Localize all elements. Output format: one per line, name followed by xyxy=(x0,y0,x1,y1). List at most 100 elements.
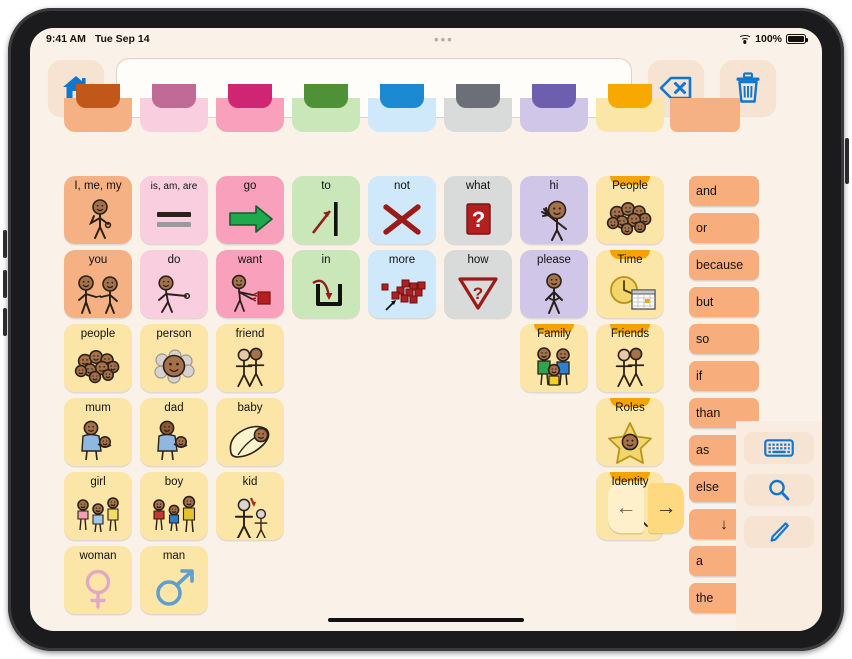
grid-cell-people[interactable]: people xyxy=(64,324,132,392)
grid-cell-partial[interactable] xyxy=(520,84,588,132)
grid-cell-more[interactable]: more xyxy=(368,250,436,318)
arrow-to-line-icon xyxy=(292,193,360,244)
person-please-icon xyxy=(520,267,588,318)
grid-cell-time[interactable]: Time xyxy=(596,250,664,318)
grid-cell-partial[interactable] xyxy=(64,84,132,132)
cell-label: boy xyxy=(164,476,184,488)
folder-tab xyxy=(532,84,576,108)
grid-cell-kid[interactable]: kid xyxy=(216,472,284,540)
home-indicator[interactable] xyxy=(328,617,524,622)
family-group-icon xyxy=(520,341,588,392)
grid-cell-person[interactable]: person xyxy=(140,324,208,392)
cell-label: Friends xyxy=(610,328,650,340)
grid-cell-partial[interactable] xyxy=(292,84,360,132)
grid-cell-roles[interactable]: Roles xyxy=(596,398,664,466)
grid-cell-is-am-are[interactable]: is, am, are xyxy=(140,176,208,244)
volume-button-down[interactable] xyxy=(3,270,7,298)
edit-button[interactable] xyxy=(744,516,814,548)
grid-cell-to[interactable]: to xyxy=(292,176,360,244)
status-time: 9:41 AM xyxy=(46,33,86,45)
grid-cell-you[interactable]: you xyxy=(64,250,132,318)
next-page-button[interactable]: → xyxy=(648,483,684,533)
svg-text:?: ? xyxy=(473,284,483,303)
person-pointing-self-icon xyxy=(64,193,132,244)
grid-cell-want[interactable]: want xyxy=(216,250,284,318)
status-date: Tue Sep 14 xyxy=(94,33,150,45)
two-friends-icon xyxy=(596,341,664,392)
battery-percent: 100% xyxy=(755,33,782,45)
grid-cell-partial[interactable] xyxy=(140,84,208,132)
two-people-pointing-icon xyxy=(64,267,132,318)
grid-cell-please[interactable]: please xyxy=(520,250,588,318)
male-symbol-icon xyxy=(140,563,208,614)
grid-cell-friends[interactable]: Friends xyxy=(596,324,664,392)
grid-cell-woman[interactable]: woman xyxy=(64,546,132,614)
power-button[interactable] xyxy=(845,138,849,184)
word-button-or[interactable]: or xyxy=(689,213,759,243)
word-button-if[interactable]: if xyxy=(689,361,759,391)
equals-sign-icon xyxy=(140,193,208,244)
cell-label: friend xyxy=(235,328,265,340)
grid-cell-girl[interactable]: girl xyxy=(64,472,132,540)
grid-cell-mum[interactable]: mum xyxy=(64,398,132,466)
search-icon xyxy=(769,479,790,501)
red-question-box-icon: ? xyxy=(444,193,512,244)
cell-label: is, am, are xyxy=(150,181,198,192)
grid-cell-partial[interactable] xyxy=(368,84,436,132)
side-button-extra[interactable] xyxy=(3,308,7,336)
cell-label: I, me, my xyxy=(74,180,122,192)
grid-cell-family[interactable]: Family xyxy=(520,324,588,392)
grid-cell-baby[interactable]: baby xyxy=(216,398,284,466)
grid-cell-what[interactable]: what? xyxy=(444,176,512,244)
crowd-of-faces-icon xyxy=(596,193,664,244)
word-button-but[interactable]: but xyxy=(689,287,759,317)
grid-cell-boy[interactable]: boy xyxy=(140,472,208,540)
cell-label: to xyxy=(321,180,331,192)
cell-label: what xyxy=(465,180,491,192)
grid-cell-do[interactable]: do xyxy=(140,250,208,318)
grid-cell-not[interactable]: not xyxy=(368,176,436,244)
grid-cell-partial[interactable] xyxy=(596,84,664,132)
ipad-device-frame: 9:41 AM Tue Sep 14 ••• 100% I, me, my is… xyxy=(3,4,849,655)
wifi-icon xyxy=(738,34,752,44)
word-button-and[interactable]: and xyxy=(689,176,759,206)
word-button-so[interactable]: so xyxy=(689,324,759,354)
grid-cell-partial[interactable] xyxy=(444,84,512,132)
grid-cell-in[interactable]: in xyxy=(292,250,360,318)
green-arrow-right-icon xyxy=(216,193,284,244)
cell-label: woman xyxy=(79,550,117,562)
volume-button-up[interactable] xyxy=(3,230,7,258)
grid-cell-how[interactable]: how? xyxy=(444,250,512,318)
cell-label: in xyxy=(321,254,331,266)
word-button-because[interactable]: because xyxy=(689,250,759,280)
ipad-screen: 9:41 AM Tue Sep 14 ••• 100% I, me, my is… xyxy=(30,28,822,631)
grid-cell-hi[interactable]: hi xyxy=(520,176,588,244)
symbol-grid: I, me, my is, am, are go to not what? hi People… xyxy=(30,84,790,631)
cell-label: Identity xyxy=(611,476,649,488)
battery-icon xyxy=(786,34,808,44)
grid-cell-i-me-my[interactable]: I, me, my xyxy=(64,176,132,244)
cell-label: go xyxy=(243,180,257,192)
clock-calendar-icon xyxy=(596,267,664,318)
side-tool-panel xyxy=(736,421,822,631)
svg-text:?: ? xyxy=(472,207,485,232)
keyboard-button[interactable] xyxy=(744,432,814,464)
grid-cell-people[interactable]: People xyxy=(596,176,664,244)
arrow-into-container-icon xyxy=(292,267,360,318)
red-cross-icon xyxy=(368,193,436,244)
grid-cell-man[interactable]: man xyxy=(140,546,208,614)
status-bar: 9:41 AM Tue Sep 14 ••• 100% xyxy=(30,28,822,50)
status-center-dots: ••• xyxy=(434,31,454,47)
grid-cell-partial[interactable] xyxy=(216,84,284,132)
cell-label: please xyxy=(537,254,571,266)
previous-page-button[interactable]: ← xyxy=(608,483,644,533)
grid-cell-dad[interactable]: dad xyxy=(140,398,208,466)
grid-cell-go[interactable]: go xyxy=(216,176,284,244)
search-button[interactable] xyxy=(744,474,814,506)
cell-label: more xyxy=(388,254,416,266)
keyboard-icon xyxy=(764,439,794,457)
cell-label: want xyxy=(237,254,263,266)
grid-cell-friend[interactable]: friend xyxy=(216,324,284,392)
cell-label: people xyxy=(80,328,116,340)
folder-tab xyxy=(152,84,196,108)
